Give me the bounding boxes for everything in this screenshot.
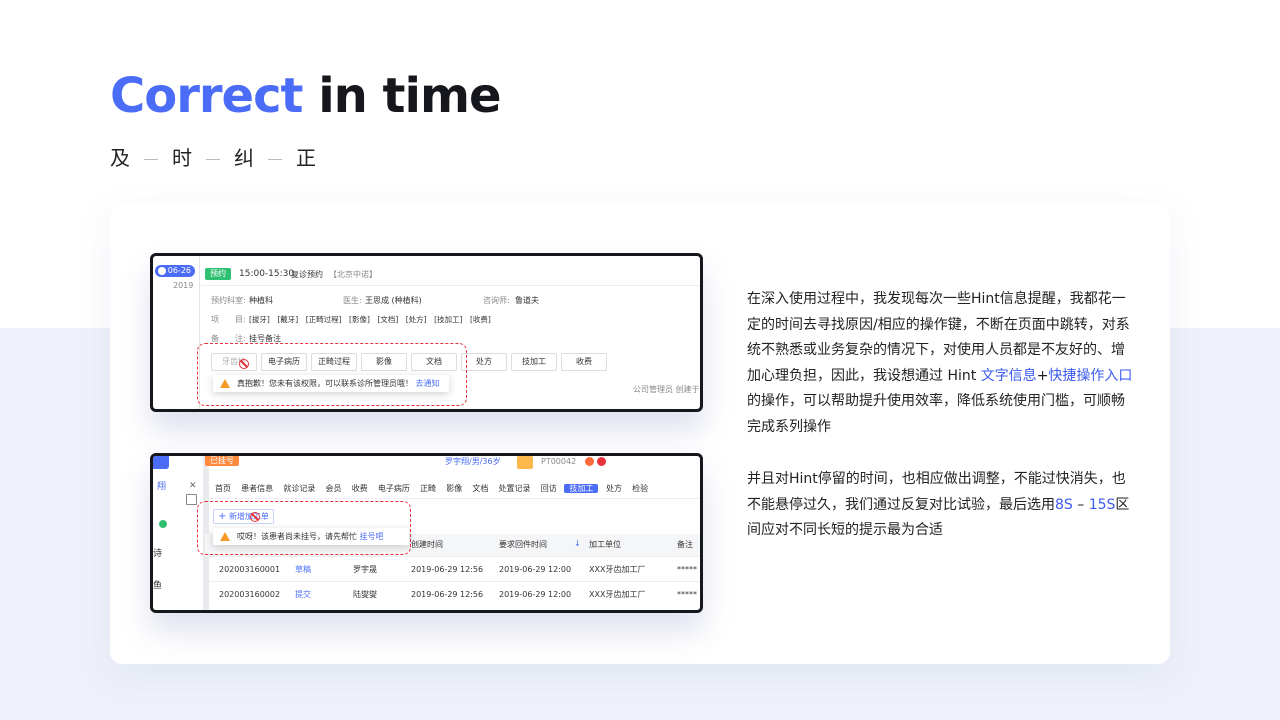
status-badge: 已挂号 [205, 456, 239, 466]
table-cell-name: 罗宇晟 [353, 565, 377, 574]
header-divider [201, 285, 700, 286]
tab-lab-work[interactable]: 技加工 [564, 484, 599, 493]
description-paragraph-1: 在深入使用过程中，我发现每次一些Hint信息提醒，我都花一定的时间去寻找原因/相… [747, 291, 1133, 435]
consultant-label: 咨询师: [483, 296, 510, 305]
location: 【北京中诺】 [329, 270, 377, 279]
dept-value: 种植科 [249, 296, 273, 305]
col-due-time: 要求回件时间 [499, 540, 547, 549]
sort-icon[interactable]: ↓ [574, 538, 581, 549]
tab-ortho[interactable]: 正畸 [420, 484, 436, 493]
date-pill: 06-26 [155, 265, 195, 277]
tab-follow-up[interactable]: 回访 [541, 484, 557, 493]
table-cell-vendor: XXX牙齿加工厂 [589, 590, 646, 599]
close-icon[interactable]: ✕ [189, 480, 197, 492]
table-cell-created: 2019-06-29 12:56 [411, 590, 484, 599]
table-cell-id: 202003160001 [219, 565, 281, 574]
tab-documents[interactable]: 文档 [472, 484, 488, 493]
tab-bar: 首页 患者信息 就诊记录 会员 收费 电子病历 正畸 影像 文档 处置记录 回访… [215, 483, 648, 494]
time-range: 15:00-15:30 [239, 269, 295, 279]
sidebar-item[interactable]: 诗 [153, 548, 162, 560]
col-vendor: 加工单位 [589, 540, 621, 549]
status-badge: 预约 [205, 268, 231, 280]
table-cell-created: 2019-06-29 12:56 [411, 565, 484, 574]
tab-patient-info[interactable]: 患者信息 [241, 484, 273, 493]
col-note: 备注 [677, 540, 693, 549]
sidebar-query-button[interactable] [153, 456, 169, 469]
table-cell-id: 202003160002 [219, 590, 281, 599]
tab-home[interactable]: 首页 [215, 484, 231, 493]
highlight-box-1 [197, 343, 467, 406]
patient-id: PT00042 [541, 457, 577, 466]
table-cell-status[interactable]: 提交 [295, 589, 311, 600]
tab-divider [205, 498, 700, 499]
tab-lab-test[interactable]: 检验 [632, 484, 648, 493]
row-divider [205, 581, 700, 582]
year-label: 2019 [173, 281, 194, 290]
description-paragraph-2: 并且对Hint停留的时间，也相应做出调整，不能过快消失，也不能悬停过久，我们通过… [747, 471, 1130, 539]
tab-membership[interactable]: 会员 [326, 484, 342, 493]
page-title: Correct in time [110, 68, 502, 124]
table-cell-name: 陆燮燮 [353, 590, 377, 599]
table-cell-due: 2019-06-29 12:00 [499, 590, 572, 599]
creator-text: 公司管理员 创建于 [633, 385, 700, 394]
avatar [517, 456, 533, 469]
table-cell-note: ***** [677, 565, 697, 574]
patient-info: 罗宇翔/男/36岁 [445, 457, 501, 466]
table-cell-status[interactable]: 草稿 [295, 564, 311, 575]
consultant-value: 鲁道夫 [515, 296, 539, 305]
sidebar-item[interactable]: 翔 [157, 481, 166, 493]
dept-label: 预约科室: [211, 296, 246, 305]
badge-icon [585, 457, 594, 466]
col-created-time: 创建时间 [411, 540, 443, 549]
badge-icon [597, 457, 606, 466]
lab-work-button[interactable]: 技加工 [511, 353, 557, 371]
prescription-button[interactable]: 处方 [461, 353, 507, 371]
tab-billing[interactable]: 收费 [352, 484, 368, 493]
tab-treatment-records[interactable]: 处置记录 [499, 484, 531, 493]
row-divider [205, 556, 700, 557]
doctor-value: 王思成 (种植科) [365, 296, 422, 305]
sidebar-item[interactable]: 鱼 [153, 580, 162, 592]
table-cell-vendor: XXX牙齿加工厂 [589, 565, 646, 574]
billing-button[interactable]: 收费 [561, 353, 607, 371]
doctor-label: 医生: [343, 296, 362, 305]
tab-visit-records[interactable]: 就诊记录 [283, 484, 315, 493]
page-subtitle: 及时纠正 [110, 146, 316, 170]
visit-type: 复诊预约 [291, 270, 323, 279]
calendar-icon[interactable] [186, 494, 197, 505]
check-icon [159, 520, 167, 528]
highlight-box-2 [197, 501, 411, 555]
tab-prescription[interactable]: 处方 [606, 484, 622, 493]
table-cell-due: 2019-06-29 12:00 [499, 565, 572, 574]
tab-emr[interactable]: 电子病历 [378, 484, 410, 493]
tab-imaging[interactable]: 影像 [446, 484, 462, 493]
clock-icon [158, 267, 166, 275]
table-cell-note: ***** [677, 590, 697, 599]
items-value: [拔牙] [戴牙] [正畸过程] [影像] [文档] [处方] [技加工] [收… [249, 315, 491, 324]
items-label: 项 目: [211, 315, 246, 324]
